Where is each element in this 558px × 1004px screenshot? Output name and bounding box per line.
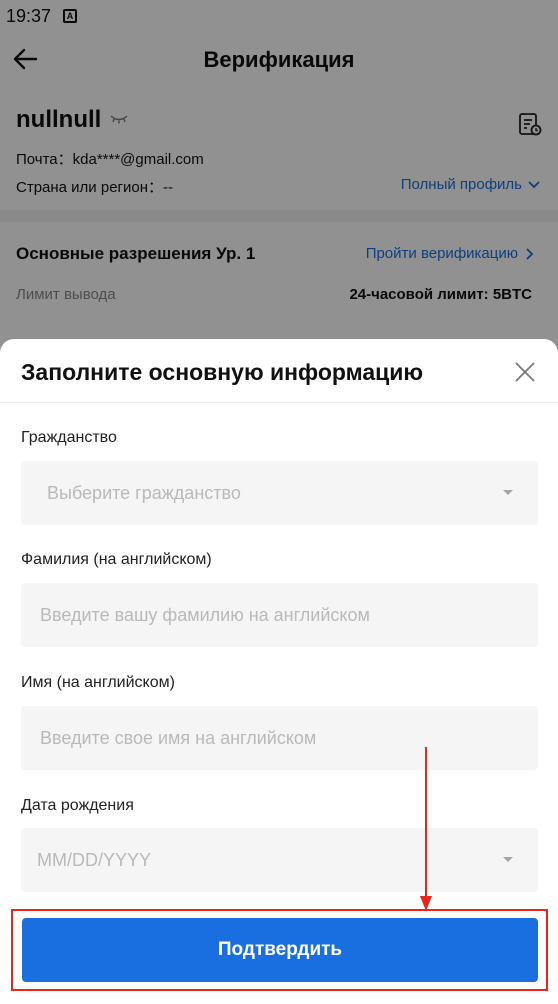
annotation-highlight-box: Подтвердить [11,909,548,991]
birthdate-select[interactable]: MM/DD/YYYY [21,828,538,892]
lastname-placeholder: Введите вашу фамилию на английском [40,605,370,625]
firstname-label: Имя (на английском) [21,674,175,691]
firstname-input[interactable]: Введите свое имя на английском [21,706,538,770]
sheet-header: Заполните основную информацию [0,339,558,403]
citizenship-label: Гражданство [21,429,117,446]
birthdate-label: Дата рождения [21,797,134,814]
firstname-placeholder: Введите свое имя на английском [40,728,317,748]
citizenship-placeholder: Выберите гражданство [47,483,241,503]
confirm-button[interactable]: Подтвердить [22,918,538,982]
caret-down-icon [503,857,513,862]
lastname-label: Фамилия (на английском) [21,551,212,568]
birthdate-placeholder: MM/DD/YYYY [37,850,152,870]
citizenship-select[interactable]: Выберите гражданство [21,461,538,525]
lastname-input[interactable]: Введите вашу фамилию на английском [21,583,538,647]
close-icon[interactable] [514,361,536,383]
sheet-title: Заполните основную информацию [21,359,424,385]
caret-down-icon [503,490,513,495]
